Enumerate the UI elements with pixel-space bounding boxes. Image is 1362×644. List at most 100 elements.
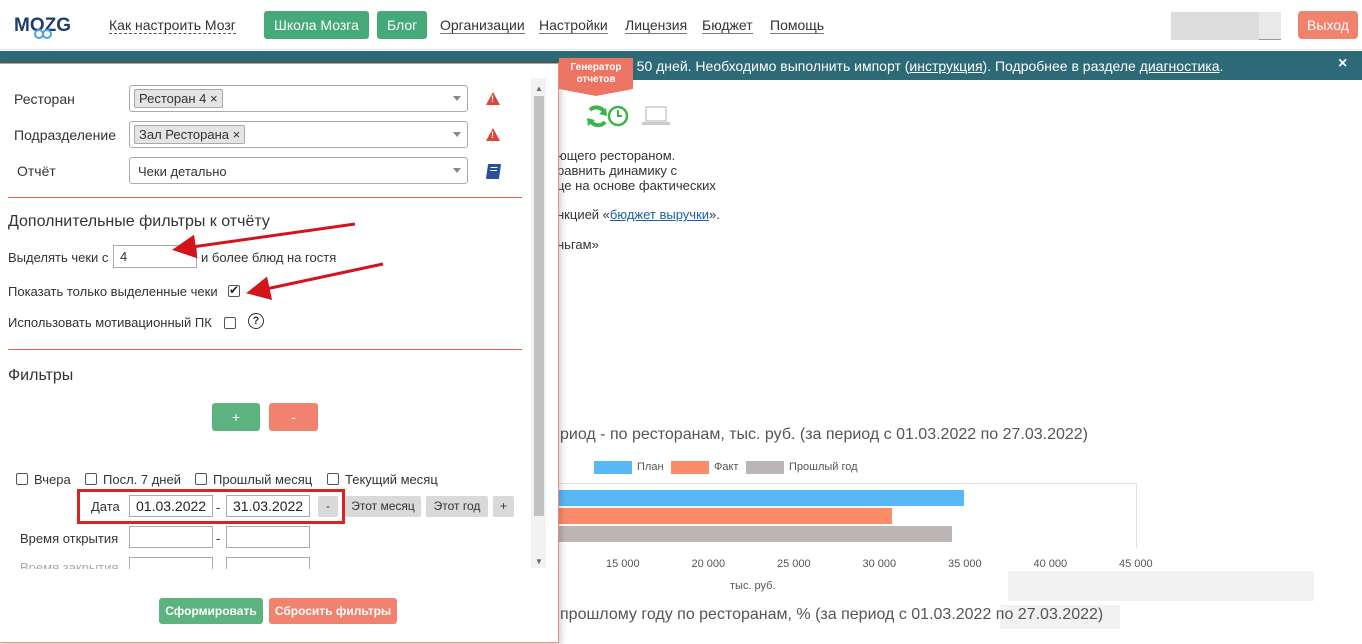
legend-swatch-fact <box>671 461 709 474</box>
nav-help-link[interactable]: Помощь <box>770 17 825 34</box>
warning-icon: ! <box>486 92 500 105</box>
yesterday-checkbox[interactable] <box>16 473 28 485</box>
nav-how-to-setup-link[interactable]: Как настроить Мозг <box>109 17 236 34</box>
restaurant-tag: Ресторан 4 × <box>134 89 223 108</box>
department-label: Подразделение <box>14 127 117 143</box>
chart-x-tick: 40 000 <box>1033 558 1068 570</box>
chart2-title: прошлому году по ресторанам, % (за перио… <box>560 606 1104 623</box>
budget-revenue-link[interactable]: бюджет выручки <box>610 207 709 222</box>
chart-bar-0 <box>559 490 964 506</box>
motivation-pk-label: Использовать мотивационный ПК <box>8 315 212 330</box>
chart-bar-2 <box>559 526 953 542</box>
chevron-down-icon <box>453 168 461 173</box>
last-month-checkbox[interactable] <box>195 473 207 485</box>
mozg-logo[interactable]: MOZG <box>14 10 76 40</box>
help-icon[interactable]: ? <box>248 313 264 329</box>
restaurant-label: Ресторан <box>14 91 75 107</box>
yesterday-label: Вчера <box>34 472 71 487</box>
redacted-area <box>1008 571 1314 601</box>
highlight-checks-suffix: и более блюд на гостя <box>201 250 337 265</box>
this-year-button[interactable]: Этот год <box>426 496 488 517</box>
extra-filters-title: Дополнительные фильтры к отчёту <box>8 213 270 230</box>
dishes-per-guest-input[interactable]: 4 <box>113 245 197 268</box>
user-menu[interactable] <box>1171 12 1281 40</box>
motivation-pk-checkbox[interactable] <box>224 317 236 329</box>
chevron-down-icon <box>453 96 461 101</box>
show-only-highlighted-checkbox[interactable] <box>228 283 240 297</box>
nav-budget-link[interactable]: Бюджет <box>702 17 753 34</box>
add-filter-button[interactable]: + <box>212 403 260 431</box>
current-month-label: Текущий месяц <box>345 472 438 487</box>
chart-x-tick: 45 000 <box>1119 558 1153 570</box>
time-range-dash: - <box>216 531 221 546</box>
banner-close-icon[interactable]: × <box>1338 55 1347 73</box>
chart-x-tick: 15 000 <box>606 558 640 570</box>
show-only-highlighted-label: Показать только выделенные чеки <box>8 284 218 299</box>
banner-instruction-link[interactable]: инструкция <box>909 58 982 74</box>
scroll-up-icon[interactable]: ▲ <box>535 84 543 93</box>
divider <box>8 197 522 198</box>
date-plus-button[interactable]: + <box>493 496 514 517</box>
scroll-down-icon[interactable]: ▼ <box>535 557 543 566</box>
nav-settings-link[interactable]: Настройки <box>539 17 608 34</box>
nav-license-link[interactable]: Лицензия <box>625 17 688 34</box>
last-month-label: Прошлый месяц <box>213 472 313 487</box>
current-month-checkbox[interactable] <box>327 473 339 485</box>
chart-title: риод - по ресторанам, тыс. руб. (за пери… <box>560 426 1088 443</box>
chevron-down-icon <box>453 132 461 137</box>
top-navbar: MOZG Как настроить Мозг Школа Мозга Блог… <box>0 0 1362 50</box>
report-generator-ribbon[interactable]: Генератор отчетов <box>559 58 633 96</box>
page-description-line: равнить динамику с <box>557 163 678 178</box>
department-tag: Зал Ресторана × <box>134 125 246 144</box>
open-time-label: Время открытия <box>20 531 119 546</box>
user-name-redacted <box>1171 12 1259 40</box>
last-7-days-checkbox[interactable] <box>85 473 97 485</box>
close-time-from-input[interactable] <box>129 557 213 569</box>
book-icon[interactable] <box>485 164 502 179</box>
close-time-to-input[interactable] <box>226 557 310 569</box>
chart-bar-1 <box>559 508 893 524</box>
budget-description-line: нкцией «бюджет выручки». <box>557 207 720 222</box>
close-time-label: Время закрытия <box>20 560 119 569</box>
legend-label-last-year: Прошлый год <box>789 461 858 473</box>
report-select[interactable]: Чеки детально <box>129 157 468 184</box>
toolbar-icons <box>587 105 670 128</box>
open-time-to-input[interactable] <box>226 526 310 548</box>
last-7-days-label: Посл. 7 дней <box>103 472 181 487</box>
laptop-icon[interactable] <box>642 106 670 125</box>
banner-text: е 50 дней. Необходимо выполнить импорт (… <box>625 58 1224 74</box>
reset-filters-button[interactable]: Сбросить фильтры <box>269 598 397 624</box>
remove-filter-button[interactable]: - <box>269 403 318 431</box>
legend-label-plan: План <box>637 461 664 473</box>
chart-x-tick: 35 000 <box>948 558 982 570</box>
nav-organizations-link[interactable]: Организации <box>440 17 525 34</box>
banner-diagnostics-link[interactable]: диагностика <box>1140 58 1220 74</box>
report-filters-modal: Ресторан Ресторан 4 × ! Подразделение За… <box>0 63 559 643</box>
tag-remove-icon[interactable]: × <box>210 91 218 106</box>
divider <box>8 349 522 350</box>
chart-x-tick: 20 000 <box>691 558 726 570</box>
restaurant-select[interactable]: Ресторан 4 × <box>129 85 468 112</box>
refresh-icon[interactable] <box>587 105 607 128</box>
nav-school-button[interactable]: Школа Мозга <box>264 11 369 39</box>
tag-remove-icon[interactable]: × <box>233 127 241 142</box>
logout-button[interactable]: Выход <box>1298 11 1358 39</box>
clock-icon[interactable] <box>607 105 629 127</box>
nav-blog-button[interactable]: Блог <box>377 11 428 39</box>
this-month-button[interactable]: Этот месяц <box>345 496 421 517</box>
legend-swatch-plan <box>594 461 632 474</box>
legend-label-fact: Факт <box>714 461 739 473</box>
modal-scrollbar-thumb[interactable] <box>534 96 544 516</box>
generate-report-button[interactable]: Сформировать <box>159 598 263 624</box>
page-description-line: ющего рестораном. <box>557 148 676 163</box>
page-description-line: це на основе фактических <box>557 178 716 193</box>
open-time-from-input[interactable] <box>129 526 213 548</box>
warning-icon: ! <box>486 128 500 141</box>
date-range-highlight-box <box>77 489 345 524</box>
page-description-line: ньгам» <box>557 237 599 252</box>
chart-x-axis-label: тыс. руб. <box>730 580 776 592</box>
department-select[interactable]: Зал Ресторана × <box>129 121 468 148</box>
filters-title: Фильтры <box>8 367 74 384</box>
chart-x-tick: 25 000 <box>777 558 811 570</box>
legend-swatch-last-year <box>746 461 784 474</box>
